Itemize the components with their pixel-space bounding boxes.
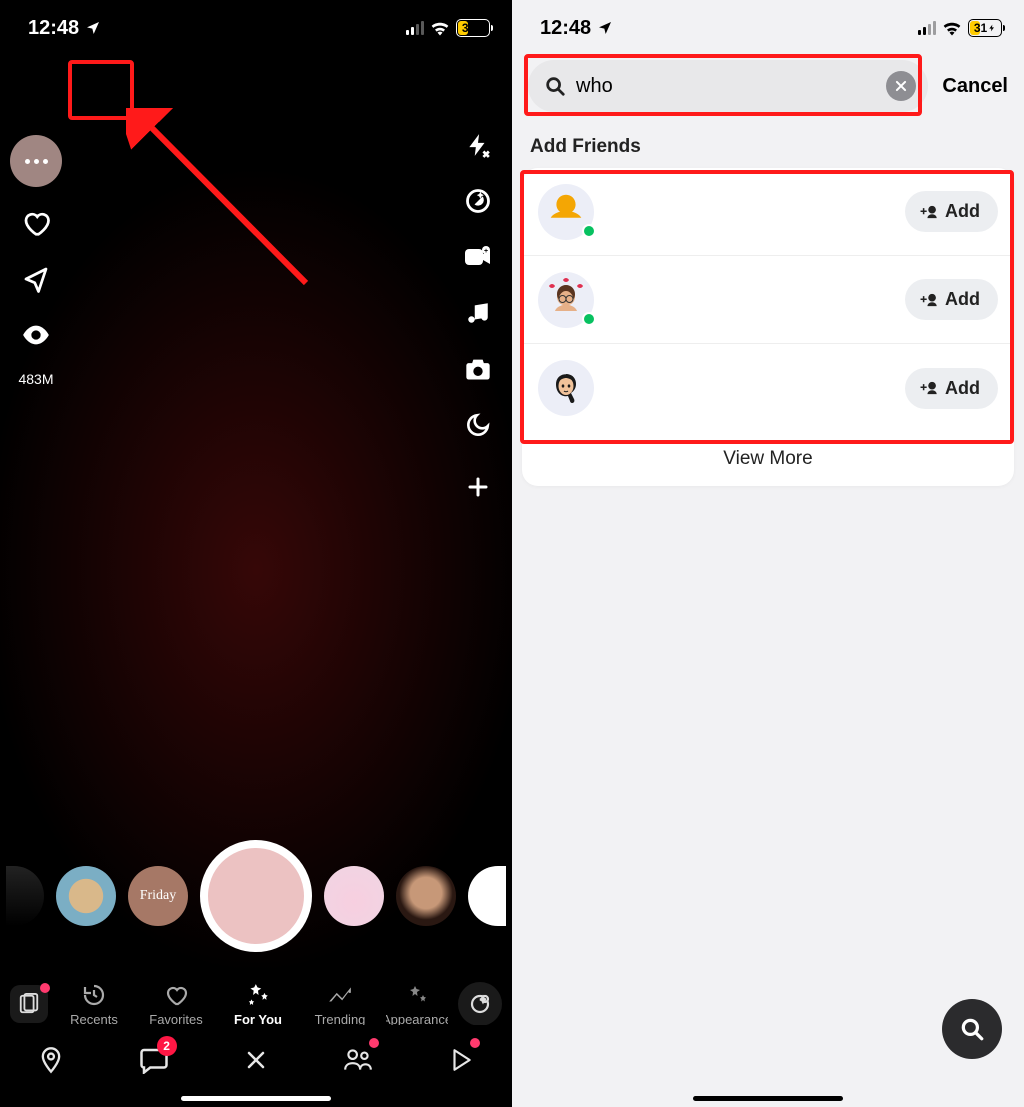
lens-thumb[interactable]: Friday (128, 866, 188, 926)
avatar (538, 184, 594, 240)
online-indicator-icon (582, 224, 596, 238)
status-time: 12:48 (540, 17, 591, 40)
search-fab[interactable] (942, 999, 1002, 1059)
views-icon[interactable] (16, 315, 56, 355)
like-icon[interactable] (16, 203, 56, 243)
add-label: Add (945, 201, 980, 222)
camera-left-controls: 483M (10, 135, 62, 387)
lens-thumb[interactable] (468, 866, 506, 926)
add-person-icon (919, 379, 939, 397)
view-count-label: 483M (18, 371, 53, 387)
search-field[interactable] (528, 60, 928, 112)
add-friends-card: Add Add (522, 168, 1014, 486)
view-more-button[interactable]: View More (522, 432, 1014, 486)
lens-thumb[interactable] (324, 866, 384, 926)
add-person-icon (919, 291, 939, 309)
tab-favorites[interactable]: Favorites (140, 980, 212, 1027)
status-bar-right: 12:48 31 (512, 0, 1024, 50)
lens-refresh-button[interactable] (458, 982, 502, 1026)
more-options-button[interactable] (10, 135, 62, 187)
friend-result-row[interactable]: Add (522, 256, 1014, 344)
nav-spotlight[interactable] (436, 1040, 486, 1080)
battery-indicator: 31 (456, 19, 490, 37)
tab-for-you[interactable]: For You (222, 980, 294, 1027)
search-icon (544, 75, 566, 97)
search-input[interactable] (576, 75, 876, 98)
shutter-button[interactable] (200, 840, 312, 952)
notification-dot-icon (40, 983, 50, 993)
bottom-nav: 2 (0, 1025, 512, 1107)
status-time: 12:48 (28, 17, 79, 40)
add-friend-button[interactable]: Add (905, 368, 998, 409)
avatar (538, 360, 594, 416)
tab-trending[interactable]: Trending (304, 980, 376, 1027)
add-label: Add (945, 378, 980, 399)
nav-map[interactable] (26, 1040, 76, 1080)
status-bar-left: 12:48 31 (0, 0, 512, 50)
nav-stories[interactable] (333, 1040, 383, 1080)
notification-dot-icon (470, 1038, 480, 1048)
location-services-icon (85, 20, 101, 36)
home-indicator[interactable] (181, 1096, 331, 1101)
add-icon[interactable] (458, 467, 498, 507)
notification-dot-icon (369, 1038, 379, 1048)
add-friends-title: Add Friends (512, 120, 1024, 168)
tab-recents[interactable]: Recents (58, 980, 130, 1027)
night-mode-icon[interactable] (458, 181, 498, 221)
tab-appearance[interactable]: Appearance (386, 980, 448, 1027)
gallery-icon[interactable] (458, 349, 498, 389)
online-indicator-icon (582, 312, 596, 326)
svg-text:+: + (484, 248, 488, 255)
lens-tabs: Recents Favorites For You Trending Appea… (0, 980, 512, 1027)
add-friend-button[interactable]: Add (905, 279, 998, 320)
share-icon[interactable] (16, 259, 56, 299)
video-icon[interactable]: + (458, 237, 498, 277)
add-friend-button[interactable]: Add (905, 191, 998, 232)
friend-result-row[interactable]: Add (522, 344, 1014, 432)
clear-search-button[interactable] (886, 71, 916, 101)
lens-thumb[interactable] (6, 866, 44, 926)
cancel-button[interactable]: Cancel (942, 75, 1008, 98)
nav-camera[interactable] (231, 1040, 281, 1080)
chat-badge: 2 (157, 1036, 177, 1056)
flash-icon[interactable] (458, 125, 498, 165)
nav-chat[interactable]: 2 (129, 1040, 179, 1080)
lens-thumb[interactable] (56, 866, 116, 926)
avatar (538, 272, 594, 328)
dark-mode-icon[interactable] (458, 405, 498, 445)
lens-explorer-button[interactable] (10, 985, 48, 1023)
add-person-icon (919, 203, 939, 221)
cellular-signal-icon (918, 21, 936, 35)
lens-carousel[interactable]: Friday (0, 840, 512, 952)
wifi-icon (942, 20, 962, 36)
phone-search-screen: 12:48 31 Cancel Add Friends (512, 0, 1024, 1107)
camera-right-controls: + (458, 125, 498, 507)
add-label: Add (945, 289, 980, 310)
home-indicator[interactable] (693, 1096, 843, 1101)
friend-result-row[interactable]: Add (522, 168, 1014, 256)
cellular-signal-icon (406, 21, 424, 35)
battery-indicator: 31 (968, 19, 1002, 37)
search-row: Cancel (512, 50, 1024, 120)
lens-thumb[interactable] (396, 866, 456, 926)
wifi-icon (430, 20, 450, 36)
phone-camera-screen: 12:48 31 (0, 0, 512, 1107)
location-services-icon (597, 20, 613, 36)
music-icon[interactable] (458, 293, 498, 333)
